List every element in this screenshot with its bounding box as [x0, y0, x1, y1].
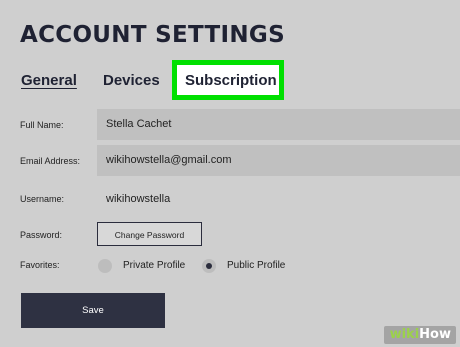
watermark-how-text: How	[419, 327, 451, 342]
full-name-value: Stella Cachet	[106, 118, 172, 130]
full-name-field[interactable]: Stella Cachet	[97, 109, 460, 140]
favorites-label: Favorites:	[20, 260, 60, 270]
public-profile-label[interactable]: Public Profile	[227, 260, 285, 271]
wikihow-watermark: wikiHow	[383, 326, 456, 344]
tab-bar: General Devices Subscription	[0, 60, 460, 102]
public-profile-radio[interactable]	[202, 259, 216, 273]
email-field[interactable]: wikihowstella@gmail.com	[97, 145, 460, 176]
full-name-row: Full Name: Stella Cachet	[0, 109, 460, 140]
username-label: Username:	[20, 194, 65, 204]
password-label: Password:	[20, 230, 63, 240]
email-value: wikihowstella@gmail.com	[106, 154, 232, 166]
private-profile-label[interactable]: Private Profile	[123, 260, 185, 271]
username-value[interactable]: wikihowstella	[106, 193, 170, 205]
change-password-button[interactable]: Change Password	[97, 222, 202, 246]
email-row: Email Address: wikihowstella@gmail.com	[0, 145, 460, 176]
email-label: Email Address:	[20, 156, 81, 166]
username-row: Username: wikihowstella	[0, 190, 460, 210]
watermark-wiki-text: wiki	[389, 327, 420, 342]
save-button[interactable]: Save	[21, 293, 165, 328]
tab-subscription[interactable]: Subscription	[185, 72, 277, 89]
private-profile-radio[interactable]	[98, 259, 112, 273]
selected-dot-icon	[206, 263, 212, 269]
page-title: ACCOUNT SETTINGS	[20, 22, 285, 48]
full-name-label: Full Name:	[20, 120, 64, 130]
tab-devices[interactable]: Devices	[103, 72, 160, 89]
tab-general[interactable]: General	[21, 72, 77, 89]
